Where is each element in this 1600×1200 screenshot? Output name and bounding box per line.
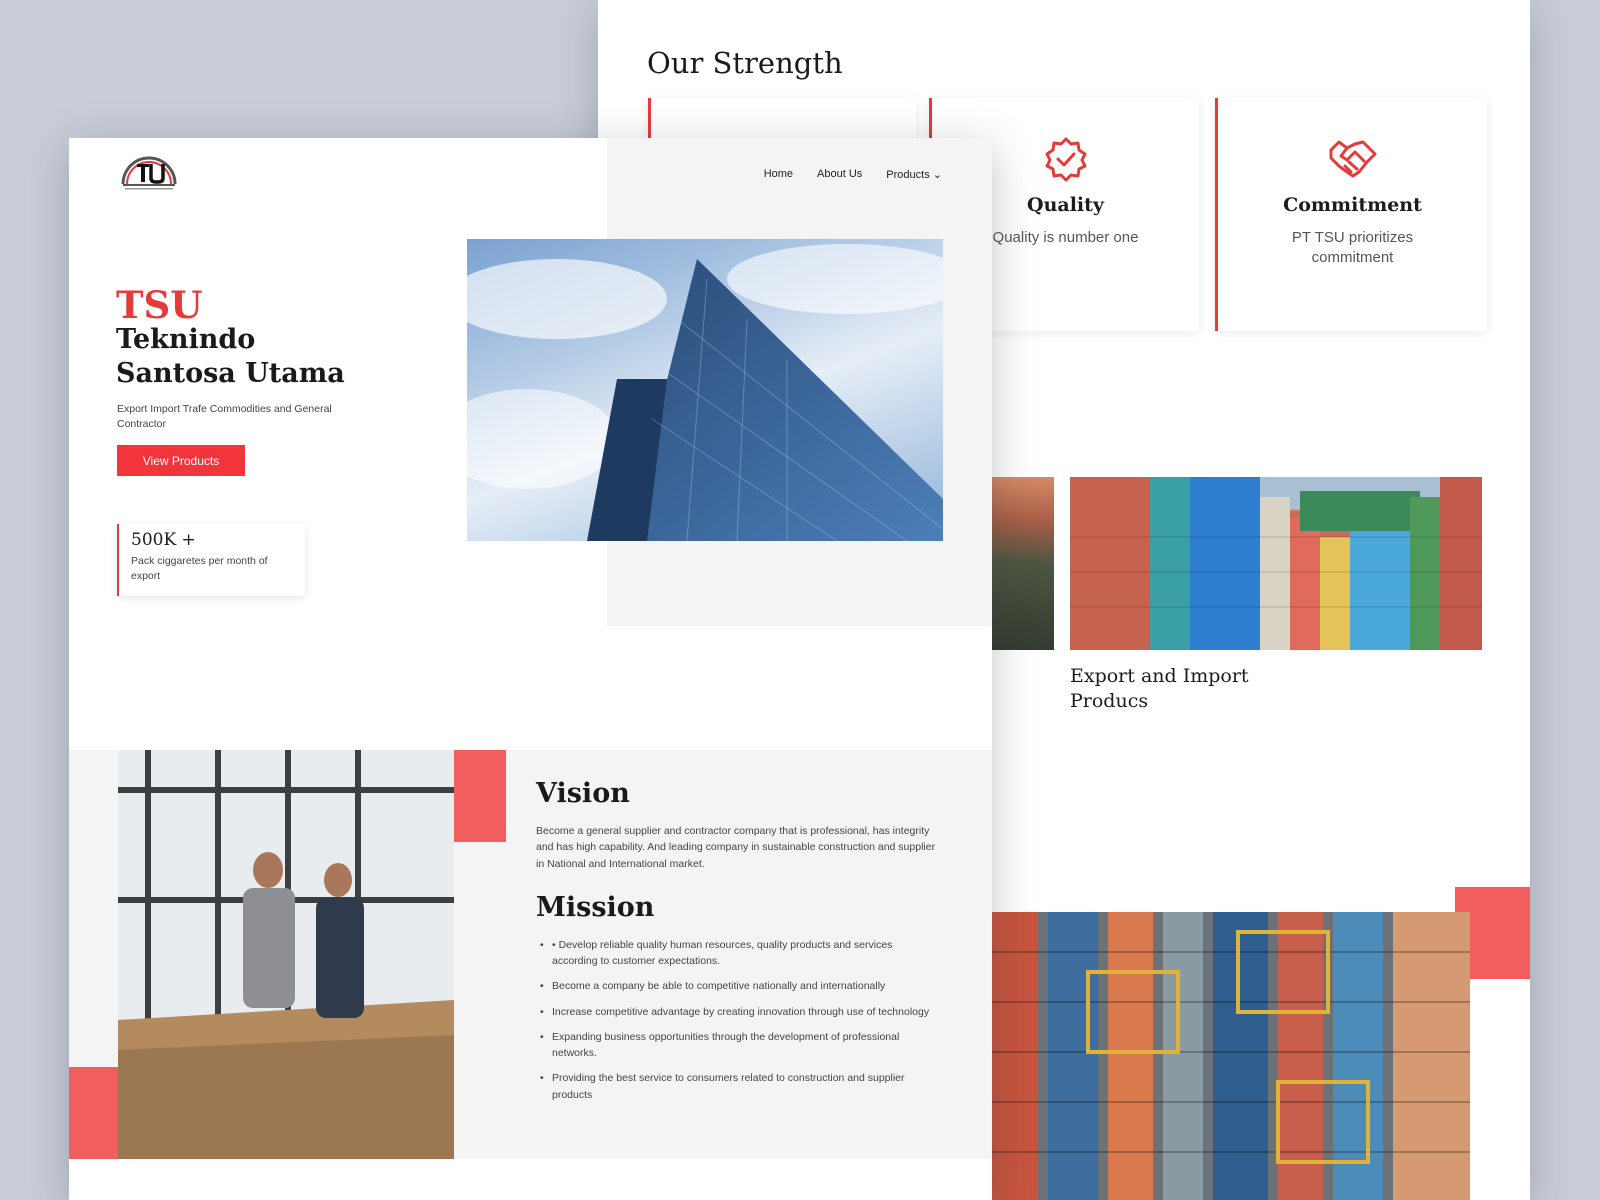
mission-item: • Develop reliable quality human resourc…: [536, 937, 936, 970]
nav-products-label: Products: [886, 169, 930, 181]
mission-item: Become a company be able to competitive …: [536, 978, 936, 995]
decor-block-top: [454, 750, 506, 842]
port-image: [978, 912, 1470, 1200]
stat-label: Pack ciggaretes per month of export: [131, 555, 268, 582]
tagline: Export Import Trafe Commodities and Gene…: [117, 403, 332, 431]
mission-item: Providing the best service to consumers …: [536, 1070, 936, 1103]
mission-title: Mission: [536, 891, 655, 923]
stat-value: 500K +: [131, 530, 196, 550]
view-products-button[interactable]: View Products: [117, 445, 245, 476]
strength-card-commitment: Commitment PT TSU prioritizes commitment: [1215, 98, 1487, 331]
card-title-commitment: Commitment: [1283, 194, 1422, 216]
building-image: [467, 239, 943, 541]
company-logo[interactable]: [119, 154, 179, 194]
nav-about[interactable]: About Us: [817, 168, 862, 181]
main-nav: Home About Us Products ⌄: [764, 168, 942, 181]
brand-name: TSU: [116, 283, 203, 327]
company-name: Teknindo Santosa Utama: [116, 324, 345, 389]
badge-check-icon: [1045, 137, 1086, 182]
handshake-icon: [1329, 140, 1376, 178]
card-desc-quality: Quality is number one: [992, 229, 1139, 246]
mission-list: • Develop reliable quality human resourc…: [536, 937, 936, 1103]
product-title[interactable]: Export and Import Producs: [1070, 664, 1290, 713]
nav-home[interactable]: Home: [764, 168, 793, 181]
vision-text: Become a general supplier and contractor…: [536, 825, 936, 870]
decor-block-left: [69, 1067, 118, 1159]
card-desc-commitment: PT TSU prioritizes commitment: [1291, 229, 1414, 266]
stat-card: 500K + Pack ciggaretes per month of expo…: [117, 524, 305, 596]
vision-title: Vision: [536, 778, 630, 809]
strength-title: Our Strength: [647, 46, 843, 80]
mission-item: Increase competitive advantage by creati…: [536, 1004, 936, 1021]
office-meeting-image: [118, 750, 454, 1159]
containers-image: [1070, 477, 1482, 650]
front-page: Home About Us Products ⌄ TSU Teknindo Sa…: [69, 138, 992, 1200]
vision-mission-content: Vision Become a general supplier and con…: [536, 778, 936, 1112]
mission-item: Expanding business opportunities through…: [536, 1029, 936, 1062]
nav-products[interactable]: Products ⌄: [886, 168, 942, 181]
chevron-down-icon: ⌄: [932, 169, 942, 181]
